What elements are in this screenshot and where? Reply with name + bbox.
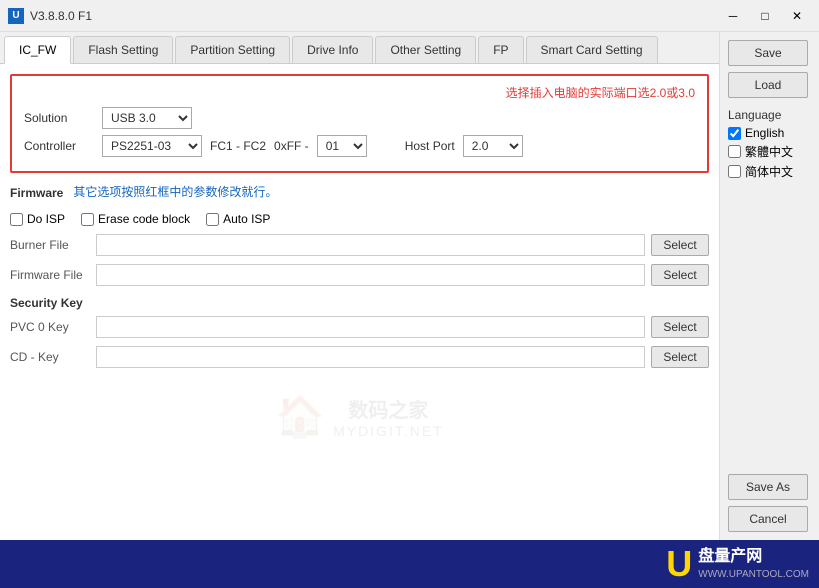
cd-key-select-button[interactable]: Select	[651, 346, 709, 368]
tab-fp[interactable]: FP	[478, 36, 523, 63]
cd-key-input[interactable]	[96, 346, 645, 368]
watermark-area: 🏠 数码之家 MYDIGIT.NET	[10, 376, 709, 456]
controller-label: Controller	[24, 139, 94, 153]
auto-isp-label: Auto ISP	[223, 212, 270, 226]
right-sidebar: Save Load Language English 繁體中文 简体中文 Sav…	[719, 32, 819, 540]
watermark-line1: 数码之家	[333, 394, 444, 423]
security-title: Security Key	[10, 296, 709, 310]
language-section: Language English 繁體中文 简体中文	[728, 108, 811, 183]
erase-code-checkbox[interactable]	[81, 213, 94, 226]
pvc0-row: PVC 0 Key Select	[10, 316, 709, 338]
firmware-title: Firmware	[10, 186, 63, 200]
firmware-file-label: Firmware File	[10, 268, 90, 282]
save-as-button[interactable]: Save As	[728, 474, 808, 500]
do-isp-checkbox-item[interactable]: Do ISP	[10, 212, 65, 226]
burner-file-input[interactable]	[96, 234, 645, 256]
fc-label1: FC1 - FC2	[210, 139, 266, 153]
logo-main: 盘量产网	[698, 547, 809, 568]
title-bar: U V3.8.8.0 F1 ─ □ ✕	[0, 0, 819, 32]
tab-other-setting[interactable]: Other Setting	[375, 36, 476, 63]
hostport-select[interactable]: 2.0 3.0	[463, 135, 523, 157]
tab-smart-card-setting[interactable]: Smart Card Setting	[526, 36, 658, 63]
lang-english-checkbox[interactable]	[728, 127, 741, 140]
hostport-label: Host Port	[405, 139, 455, 153]
cd-key-label: CD - Key	[10, 350, 90, 364]
lang-trad-chinese-label: 繁體中文	[745, 143, 793, 160]
watermark: 🏠 数码之家 MYDIGIT.NET	[275, 393, 443, 440]
controller-row: Controller PS2251-03 PS2251-07 PS2251-68…	[24, 135, 695, 157]
fc-select[interactable]: 01 02 03	[317, 135, 367, 157]
maximize-button[interactable]: □	[751, 5, 779, 27]
logo-sub: WWW.UPANTOOL.COM	[698, 568, 809, 581]
bottom-bar: U 盘量产网 WWW.UPANTOOL.COM	[0, 540, 819, 588]
auto-isp-checkbox-item[interactable]: Auto ISP	[206, 212, 270, 226]
language-title: Language	[728, 108, 811, 122]
lang-trad-chinese-checkbox[interactable]	[728, 145, 741, 158]
save-button[interactable]: Save	[728, 40, 808, 66]
tab-partition-setting[interactable]: Partition Setting	[175, 36, 290, 63]
auto-isp-checkbox[interactable]	[206, 213, 219, 226]
pvc0-label: PVC 0 Key	[10, 320, 90, 334]
cancel-button[interactable]: Cancel	[728, 506, 808, 532]
erase-code-label: Erase code block	[98, 212, 190, 226]
firmware-hint: 其它选项按照红框中的参数修改就行。	[73, 183, 277, 200]
burner-file-select-button[interactable]: Select	[651, 234, 709, 256]
cd-key-row: CD - Key Select	[10, 346, 709, 368]
firmware-file-input[interactable]	[96, 264, 645, 286]
firmware-section: Firmware 其它选项按照红框中的参数修改就行。 Do ISP Erase …	[10, 183, 709, 286]
firmware-file-select-button[interactable]: Select	[651, 264, 709, 286]
do-isp-checkbox[interactable]	[10, 213, 23, 226]
solution-label: Solution	[24, 111, 94, 125]
erase-code-checkbox-item[interactable]: Erase code block	[81, 212, 190, 226]
minimize-button[interactable]: ─	[719, 5, 747, 27]
lang-simp-chinese-label: 简体中文	[745, 163, 793, 180]
do-isp-label: Do ISP	[27, 212, 65, 226]
burner-file-row: Burner File Select	[10, 234, 709, 256]
security-section: Security Key PVC 0 Key Select CD - Key S…	[10, 296, 709, 368]
burner-file-label: Burner File	[10, 238, 90, 252]
solution-select[interactable]: USB 3.0 USB 2.0	[102, 107, 192, 129]
tab-bar: IC_FW Flash Setting Partition Setting Dr…	[0, 32, 719, 64]
tab-ic-fw[interactable]: IC_FW	[4, 36, 71, 64]
tab-drive-info[interactable]: Drive Info	[292, 36, 373, 63]
logo-text-block: 盘量产网 WWW.UPANTOOL.COM	[698, 547, 809, 581]
pvc0-input[interactable]	[96, 316, 645, 338]
red-box-section: 选择插入电脑的实际端口选2.0或3.0 Solution USB 3.0 USB…	[10, 74, 709, 173]
solution-row: Solution USB 3.0 USB 2.0	[24, 107, 695, 129]
fc-label2: 0xFF -	[274, 139, 309, 153]
lang-trad-chinese-item[interactable]: 繁體中文	[728, 143, 811, 160]
main-container: IC_FW Flash Setting Partition Setting Dr…	[0, 32, 819, 540]
load-button[interactable]: Load	[728, 72, 808, 98]
logo-area: U 盘量产网 WWW.UPANTOOL.COM	[666, 546, 809, 582]
title-bar-text: V3.8.8.0 F1	[30, 9, 719, 23]
lang-simp-chinese-checkbox[interactable]	[728, 165, 741, 178]
watermark-line2: MYDIGIT.NET	[333, 423, 444, 439]
firmware-file-row: Firmware File Select	[10, 264, 709, 286]
logo-u: U	[666, 546, 692, 582]
window-controls: ─ □ ✕	[719, 5, 811, 27]
content-area: 选择插入电脑的实际端口选2.0或3.0 Solution USB 3.0 USB…	[0, 64, 719, 540]
pvc0-select-button[interactable]: Select	[651, 316, 709, 338]
controller-select[interactable]: PS2251-03 PS2251-07 PS2251-68 PS2251-70	[102, 135, 202, 157]
tab-flash-setting[interactable]: Flash Setting	[73, 36, 173, 63]
app-icon: U	[8, 8, 24, 24]
left-content: IC_FW Flash Setting Partition Setting Dr…	[0, 32, 719, 540]
red-box-hint: 选择插入电脑的实际端口选2.0或3.0	[24, 84, 695, 101]
firmware-checkbox-row: Do ISP Erase code block Auto ISP	[10, 212, 709, 226]
close-button[interactable]: ✕	[783, 5, 811, 27]
lang-english-label: English	[745, 126, 784, 140]
lang-english-item[interactable]: English	[728, 126, 811, 140]
lang-simp-chinese-item[interactable]: 简体中文	[728, 163, 811, 180]
